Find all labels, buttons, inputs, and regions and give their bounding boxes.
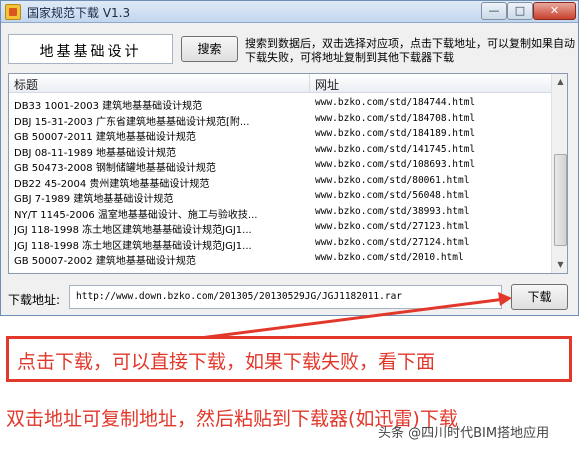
- row-url: www.bzko.com/std/38993.html: [315, 205, 470, 217]
- column-header-title[interactable]: 标题: [14, 76, 38, 93]
- title-bar[interactable]: 国家规范下载 V1.3 — □ ✕: [1, 1, 578, 23]
- table-row[interactable]: DBJ 15-31-2003 广东省建筑地基基础设计规范[附... www.bzk…: [9, 112, 551, 128]
- search-button[interactable]: 搜索: [181, 36, 238, 62]
- row-url: www.bzko.com/std/141745.html: [315, 143, 476, 155]
- callout-text: 点击下载，可以直接下载，如果下载失败，看下面: [17, 351, 436, 373]
- search-hint: 搜索到数据后，双击选择对应项，点击下载地址，可以复制如果自动下载失败，可将地址复…: [245, 37, 575, 64]
- scroll-thumb[interactable]: [554, 154, 567, 246]
- results-table[interactable]: 标题 网址 DB33 1001-2003 建筑地基基础设计规范 www.bzko.…: [8, 73, 568, 274]
- row-url: www.bzko.com/std/2010.html: [315, 252, 464, 263]
- table-row[interactable]: GB 50007-2002 建筑地基基础设计规范 www.bzko.com/std…: [9, 251, 551, 267]
- column-separator: [309, 74, 310, 93]
- table-row[interactable]: JGJ 118-1998 冻土地区建筑地基基础设计规范JGJ1... www.bz…: [9, 236, 551, 252]
- download-button[interactable]: 下载: [511, 284, 568, 310]
- row-url: www.bzko.com/std/108693.html: [315, 159, 476, 170]
- table-row[interactable]: NY/T 1145-2006 温室地基基础设计、施工与验收技... www.bzk…: [9, 205, 551, 221]
- row-url: www.bzko.com/std/184744.html: [315, 97, 476, 108]
- app-window: 国家规范下载 V1.3 — □ ✕ 地基基础设计 搜索 搜索到数据后，双击选择对…: [0, 0, 579, 316]
- row-title: GB 50007-2002 建筑地基基础设计规范: [14, 256, 196, 267]
- table-row[interactable]: DB22 45-2004 贵州建筑地基基础设计规范 www.bzko.com/st…: [9, 174, 551, 190]
- scroll-up-icon[interactable]: ▲: [553, 74, 567, 90]
- download-url-label: 下载地址:: [8, 293, 61, 307]
- window-title: 国家规范下载 V1.3: [27, 6, 131, 20]
- row-url: www.bzko.com/std/184708.html: [315, 112, 476, 124]
- table-body: DB33 1001-2003 建筑地基基础设计规范 www.bzko.com/st…: [9, 96, 551, 267]
- table-row[interactable]: JGJ 118-1998 冻土地区建筑地基基础设计规范JGJ1... www.bz…: [9, 220, 551, 236]
- row-title: DBJ 15-31-2003 广东省建筑地基基础设计规范[附...: [14, 116, 250, 128]
- vertical-scrollbar[interactable]: ▲ ▼: [551, 74, 567, 273]
- scroll-down-icon[interactable]: ▼: [553, 257, 567, 273]
- app-icon: [5, 4, 21, 20]
- column-header-url[interactable]: 网址: [315, 76, 339, 93]
- table-row[interactable]: DB33 1001-2003 建筑地基基础设计规范 www.bzko.com/st…: [9, 96, 551, 112]
- table-row[interactable]: GB 50473-2008 钢制储罐地基基础设计规范 www.bzko.com/s…: [9, 158, 551, 174]
- table-header: 标题 网址: [9, 74, 551, 93]
- minimize-button[interactable]: —: [481, 2, 507, 20]
- row-title: DBJ 08-11-1989 地基基础设计规范: [14, 147, 176, 159]
- search-input[interactable]: 地基基础设计: [8, 34, 173, 64]
- maximize-button[interactable]: □: [507, 2, 533, 20]
- row-title: GB 50007-2011 建筑地基基础设计规范: [14, 132, 196, 143]
- annotation-callout: 点击下载，可以直接下载，如果下载失败，看下面: [6, 336, 572, 382]
- row-title: DB33 1001-2003 建筑地基基础设计规范: [14, 101, 203, 112]
- row-url: www.bzko.com/std/27123.html: [315, 221, 470, 232]
- row-title: GB 50473-2008 钢制储罐地基基础设计规范: [14, 163, 216, 174]
- row-title: GBJ 7-1989 建筑地基基础设计规范: [14, 194, 174, 205]
- row-title: JGJ 118-1998 冻土地区建筑地基基础设计规范JGJ1...: [14, 240, 252, 252]
- row-title: DB22 45-2004 贵州建筑地基基础设计规范: [14, 178, 210, 190]
- row-url: www.bzko.com/std/56048.html: [315, 190, 470, 201]
- watermark: 头条 @四川时代BIM搭地应用: [378, 426, 550, 441]
- close-button[interactable]: ✕: [533, 2, 576, 20]
- row-title: JGJ 118-1998 冻土地区建筑地基基础设计规范JGJ1...: [14, 225, 252, 236]
- row-url: www.bzko.com/std/80061.html: [315, 174, 470, 186]
- row-title: NY/T 1145-2006 温室地基基础设计、施工与验收技...: [14, 209, 258, 221]
- row-url: www.bzko.com/std/184189.html: [315, 128, 476, 139]
- table-row[interactable]: GB 50007-2011 建筑地基基础设计规范 www.bzko.com/std…: [9, 127, 551, 143]
- row-url: www.bzko.com/std/27124.html: [315, 236, 470, 248]
- table-row[interactable]: DBJ 08-11-1989 地基基础设计规范 www.bzko.com/std/…: [9, 143, 551, 159]
- download-url-field[interactable]: http://www.down.bzko.com/201305/20130529…: [69, 285, 502, 309]
- table-row[interactable]: GBJ 7-1989 建筑地基基础设计规范 www.bzko.com/std/56…: [9, 189, 551, 205]
